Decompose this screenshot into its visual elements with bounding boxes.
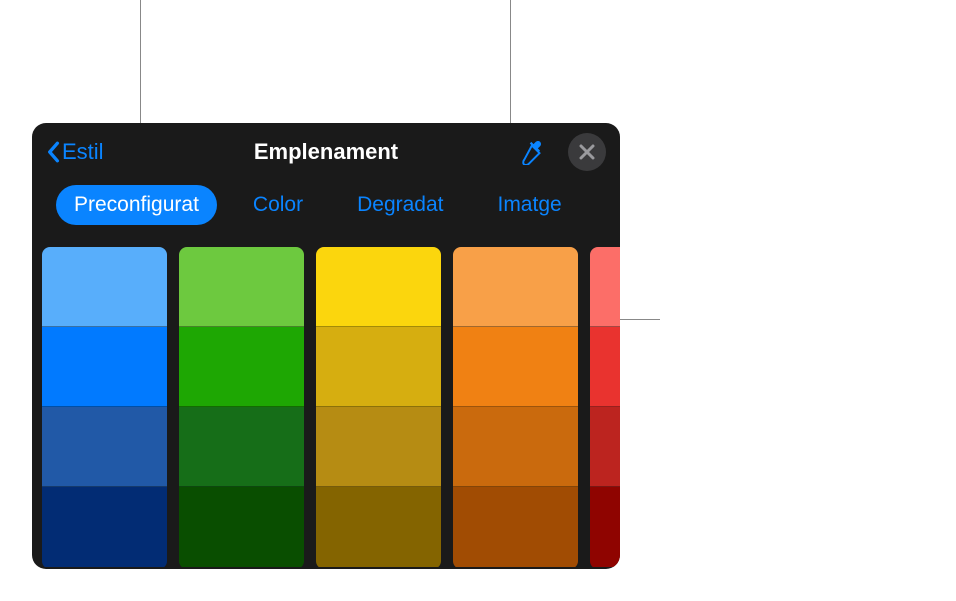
color-swatch[interactable] <box>590 327 620 407</box>
color-swatch[interactable] <box>453 407 578 487</box>
color-swatch[interactable] <box>590 247 620 327</box>
color-swatch[interactable] <box>179 487 304 567</box>
color-swatch[interactable] <box>42 247 167 327</box>
tab-color[interactable]: Color <box>235 185 321 225</box>
fill-type-tabs: Preconfigurat Color Degradat Imatge <box>32 177 620 239</box>
tab-degradat[interactable]: Degradat <box>339 185 461 225</box>
swatch-column <box>590 247 620 569</box>
tab-preconfigurat[interactable]: Preconfigurat <box>56 185 217 225</box>
close-icon <box>579 144 595 160</box>
back-button[interactable]: Estil <box>46 139 104 165</box>
color-swatch[interactable] <box>316 487 441 567</box>
color-swatch[interactable] <box>590 487 620 567</box>
color-swatch[interactable] <box>453 487 578 567</box>
chevron-left-icon <box>46 141 60 163</box>
swatch-column <box>42 247 167 569</box>
color-swatch[interactable] <box>316 407 441 487</box>
tab-imatge[interactable]: Imatge <box>479 185 579 225</box>
color-swatch[interactable] <box>453 327 578 407</box>
swatch-column <box>316 247 441 569</box>
color-swatch[interactable] <box>316 327 441 407</box>
color-swatch[interactable] <box>42 407 167 487</box>
panel-title: Emplenament <box>254 139 398 165</box>
swatch-column <box>179 247 304 569</box>
color-swatch[interactable] <box>42 487 167 567</box>
color-swatch[interactable] <box>316 247 441 327</box>
color-swatch[interactable] <box>179 247 304 327</box>
back-label: Estil <box>62 139 104 165</box>
panel-header: Estil Emplenament <box>32 123 620 177</box>
color-swatch[interactable] <box>453 247 578 327</box>
color-swatch[interactable] <box>179 407 304 487</box>
color-swatch[interactable] <box>179 327 304 407</box>
eyedropper-icon <box>520 139 546 165</box>
swatch-column <box>453 247 578 569</box>
color-swatch[interactable] <box>590 407 620 487</box>
close-button[interactable] <box>568 133 606 171</box>
eyedropper-button[interactable] <box>518 137 548 167</box>
swatches-grid <box>32 239 620 569</box>
fill-panel: Estil Emplenament Preconfigurat Color Degr… <box>32 123 620 569</box>
color-swatch[interactable] <box>42 327 167 407</box>
